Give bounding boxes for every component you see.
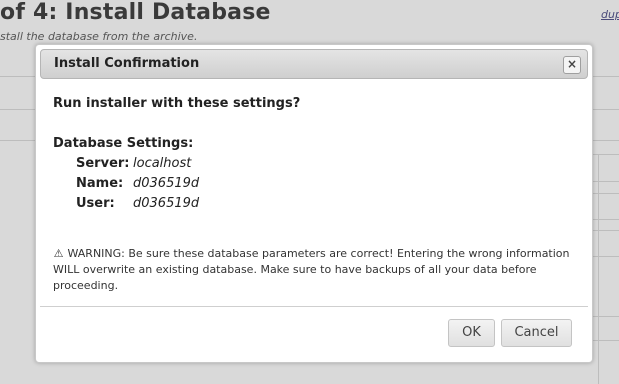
background-divider [598, 154, 599, 384]
background-divider [592, 340, 619, 341]
setting-label: User: [76, 196, 115, 211]
background-divider [592, 219, 619, 220]
database-settings-heading: Database Settings: [53, 136, 194, 151]
dialog-divider [40, 306, 588, 307]
cancel-button[interactable]: Cancel [501, 319, 572, 347]
setting-row-name: Name: d036519d [76, 176, 199, 191]
corner-link[interactable]: dup [601, 8, 619, 21]
page-subtitle: stall the database from the archive. [0, 30, 198, 43]
dialog-titlebar[interactable]: Install Confirmation × [40, 49, 588, 79]
confirmation-question: Run installer with these settings? [53, 96, 301, 111]
background-divider [592, 256, 619, 257]
page-title: of 4: Install Database [0, 0, 271, 25]
background-divider [592, 230, 619, 231]
setting-row-user: User: d036519d [76, 196, 199, 211]
setting-label: Server: [76, 156, 130, 171]
ok-button[interactable]: OK [448, 319, 495, 347]
setting-value: d036519d [133, 176, 200, 191]
setting-label: Name: [76, 176, 124, 191]
setting-value: localhost [133, 156, 192, 171]
background-divider [592, 316, 619, 317]
warning-message: ⚠ WARNING: Be sure these database parame… [53, 246, 578, 294]
background-divider [592, 181, 619, 182]
warning-icon: ⚠ [53, 247, 64, 260]
background-divider [592, 154, 619, 155]
dialog-title: Install Confirmation [54, 56, 200, 71]
warning-text: WARNING: Be sure these database paramete… [53, 247, 570, 292]
background-divider [592, 193, 619, 194]
install-confirmation-dialog: Install Confirmation × Run installer wit… [35, 44, 593, 363]
setting-value: d036519d [133, 196, 200, 211]
setting-row-server: Server: localhost [76, 156, 191, 171]
close-icon[interactable]: × [563, 56, 581, 74]
